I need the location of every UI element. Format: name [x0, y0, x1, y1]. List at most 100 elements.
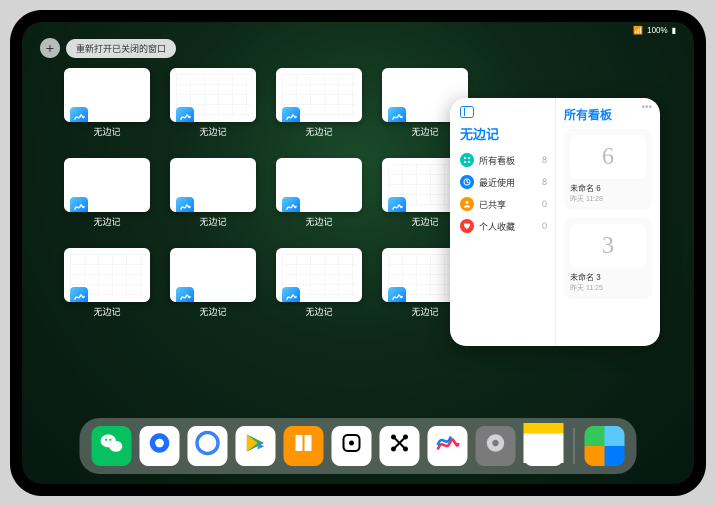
widget-sidebar: 无边记 所有看板 8 最近使用 8 已共享 0 个人收藏0: [450, 98, 556, 346]
window-label: 无边记: [305, 305, 332, 318]
window-tile[interactable]: 无边记: [64, 68, 150, 140]
widget-content: ••• 所有看板 6 未命名 6昨天 11:28 3 未命名 3昨天 11:25: [556, 98, 660, 346]
new-window-button[interactable]: +: [40, 38, 60, 58]
sidebar-icon: [460, 106, 474, 118]
window-thumbnail: [276, 248, 362, 302]
board-time: 昨天 11:28: [570, 194, 646, 204]
dock-app-library[interactable]: [585, 426, 625, 466]
window-thumbnail: [64, 158, 150, 212]
window-tile[interactable]: 无边记: [170, 248, 256, 320]
board-name: 未命名 3: [570, 272, 646, 283]
widget-title: 无边记: [460, 124, 547, 143]
grid-icon: [460, 153, 474, 167]
freeform-app-icon: [70, 287, 88, 302]
window-tile[interactable]: 无边记: [64, 248, 150, 320]
window-label: 无边记: [199, 215, 226, 228]
dock-wechat[interactable]: [92, 426, 132, 466]
board-card[interactable]: 6 未命名 6昨天 11:28: [564, 129, 652, 210]
window-tile[interactable]: 无边记: [64, 158, 150, 230]
play-icon: [243, 430, 269, 462]
window-thumbnail: [170, 68, 256, 122]
window-label: 无边记: [305, 215, 332, 228]
wechat-icon: [99, 430, 125, 462]
dock-notes[interactable]: [524, 426, 564, 466]
status-bar: 📶 100% ▮: [633, 26, 676, 35]
sidebar-item-label: 已共享: [479, 198, 506, 211]
freeform-app-icon: [70, 197, 88, 212]
notes-icon: [524, 423, 564, 469]
signal-icon: 📶: [633, 26, 643, 35]
dock-separator: [574, 428, 575, 464]
people-icon: [460, 197, 474, 211]
freeform-widget: 无边记 所有看板8最近使用8已共享0个人收藏0 ••• 所有看板 6未命名 6昨…: [450, 98, 660, 346]
window-tile[interactable]: 无边记: [276, 158, 362, 230]
dock-quark[interactable]: [188, 426, 228, 466]
window-thumbnail: [170, 158, 256, 212]
more-button[interactable]: •••: [641, 102, 652, 113]
window-thumbnail: [276, 158, 362, 212]
freeform-app-icon: [176, 107, 194, 122]
heart-icon: [460, 219, 474, 233]
freeform-app-icon: [176, 197, 194, 212]
window-thumbnail: [170, 248, 256, 302]
qq-icon: [147, 430, 173, 462]
window-label: 无边记: [411, 215, 438, 228]
sidebar-item-count: 0: [542, 199, 547, 209]
dock: [80, 418, 637, 474]
dice-icon: [340, 431, 364, 461]
battery-text: 100%: [647, 26, 667, 35]
battery-icon: ▮: [672, 26, 676, 35]
window-label: 无边记: [93, 305, 120, 318]
dock-play[interactable]: [236, 426, 276, 466]
window-label: 无边记: [93, 215, 120, 228]
window-tile[interactable]: 无边记: [170, 68, 256, 140]
freeform-app-icon: [388, 197, 406, 212]
board-preview: 6: [570, 135, 646, 179]
ipad-frame: 📶 100% ▮ + 重新打开已关闭的窗口 无边记无边记无边记无边记无边记无边记…: [10, 10, 706, 496]
freeform-app-icon: [176, 287, 194, 302]
sidebar-item-label: 个人收藏: [479, 220, 515, 233]
freeform-app-icon: [388, 107, 406, 122]
sidebar-item-label: 最近使用: [479, 176, 515, 189]
window-tile[interactable]: 无边记: [170, 158, 256, 230]
dock-nodes[interactable]: [380, 426, 420, 466]
nodes-icon: [388, 431, 412, 461]
screen: 📶 100% ▮ + 重新打开已关闭的窗口 无边记无边记无边记无边记无边记无边记…: [22, 22, 694, 484]
freeform-app-icon: [70, 107, 88, 122]
dock-freeform[interactable]: [428, 426, 468, 466]
board-preview: 3: [570, 224, 646, 268]
window-label: 无边记: [305, 125, 332, 138]
window-thumbnail: [64, 248, 150, 302]
windows-grid: 无边记无边记无边记无边记无边记无边记无边记无边记无边记无边记无边记无边记: [64, 68, 468, 320]
freeform-app-icon: [388, 287, 406, 302]
window-tile[interactable]: 无边记: [276, 68, 362, 140]
sidebar-item-grid[interactable]: 所有看板 8: [460, 149, 547, 171]
clock-icon: [460, 175, 474, 189]
dock-settings[interactable]: [476, 426, 516, 466]
sidebar-item-count: 8: [542, 155, 547, 165]
board-card[interactable]: 3 未命名 3昨天 11:25: [564, 218, 652, 299]
window-thumbnail: [64, 68, 150, 122]
sidebar-item-count: 8: [542, 177, 547, 187]
dock-books[interactable]: [284, 426, 324, 466]
window-label: 无边记: [93, 125, 120, 138]
board-name: 未命名 6: [570, 183, 646, 194]
window-label: 无边记: [411, 125, 438, 138]
settings-icon: [483, 430, 509, 462]
sidebar-item-label: 所有看板: [479, 154, 515, 167]
widget-right-title: 所有看板: [564, 106, 652, 123]
window-label: 无边记: [411, 305, 438, 318]
reopen-closed-window-button[interactable]: 重新打开已关闭的窗口: [66, 39, 176, 58]
dock-qq[interactable]: [140, 426, 180, 466]
freeform-app-icon: [282, 107, 300, 122]
dock-dice[interactable]: [332, 426, 372, 466]
board-time: 昨天 11:25: [570, 283, 646, 293]
sidebar-item-clock[interactable]: 最近使用 8: [460, 171, 547, 193]
window-label: 无边记: [199, 305, 226, 318]
window-tile[interactable]: 无边记: [276, 248, 362, 320]
quark-icon: [194, 429, 222, 463]
window-thumbnail: [276, 68, 362, 122]
sidebar-item-people[interactable]: 已共享 0: [460, 193, 547, 215]
books-icon: [292, 431, 316, 461]
sidebar-item-heart[interactable]: 个人收藏0: [460, 215, 547, 237]
